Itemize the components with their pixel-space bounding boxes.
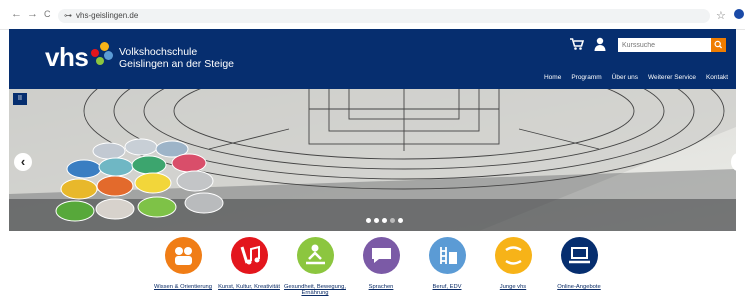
vhs-logo[interactable]: vhs	[45, 42, 89, 73]
vhs-logo-dots-icon	[90, 42, 116, 66]
site-info-icon[interactable]: ⊶	[64, 11, 72, 20]
slider-dots	[366, 218, 403, 223]
nav-home[interactable]: Home	[544, 74, 561, 81]
slider-prev-arrow-icon[interactable]: ‹	[14, 153, 32, 171]
category-wissen-orientierung[interactable]: Wissen & Orientierung	[150, 237, 216, 290]
browser-toolbar: ← → C ⊶ vhs-geislingen.de ☆	[0, 0, 745, 30]
main-navigation: Home Programm Über uns Weiterer Service …	[544, 74, 728, 81]
course-search-input[interactable]	[618, 38, 711, 52]
cart-icon[interactable]	[570, 38, 584, 50]
nav-programm[interactable]: Programm	[571, 74, 601, 81]
url-text[interactable]: vhs-geislingen.de	[76, 11, 138, 20]
user-account-icon[interactable]	[594, 37, 606, 51]
people-icon	[164, 237, 202, 274]
back-button[interactable]: ←	[11, 9, 22, 20]
category-sprachen[interactable]: Sprachen	[348, 237, 414, 290]
category-label[interactable]: Junge vhs	[480, 284, 546, 290]
category-label[interactable]: Online-Angebote	[546, 284, 612, 290]
slider-dot[interactable]	[398, 218, 403, 223]
category-gesundheit[interactable]: Gesundheit, Bewegung, Ernährung	[282, 237, 348, 296]
slider-dot[interactable]	[374, 218, 379, 223]
nav-ueber-uns[interactable]: Über uns	[612, 74, 638, 81]
category-label[interactable]: Sprachen	[348, 284, 414, 290]
brand-name-line1: Volkshochschule	[119, 46, 198, 58]
category-beruf-edv[interactable]: Beruf, EDV	[414, 237, 480, 290]
health-icon	[296, 237, 334, 274]
slider-dot[interactable]	[366, 218, 371, 223]
search-icon[interactable]	[711, 38, 726, 52]
category-label[interactable]: Gesundheit, Bewegung, Ernährung	[282, 284, 348, 296]
profile-avatar[interactable]	[734, 9, 744, 19]
category-label[interactable]: Wissen & Orientierung	[150, 284, 216, 290]
site-header: vhs Volkshochschule Geislingen an der St…	[9, 29, 736, 89]
junge-vhs-icon	[494, 237, 532, 274]
slider-dot[interactable]	[390, 218, 395, 223]
nav-kontakt[interactable]: Kontakt	[706, 74, 728, 81]
slider-dot[interactable]	[382, 218, 387, 223]
reload-button[interactable]: C	[44, 9, 51, 20]
brand-name-line2: Geislingen an der Steige	[119, 58, 234, 70]
hero-slider[interactable]: II ‹ ›	[9, 89, 736, 231]
category-label[interactable]: Beruf, EDV	[414, 284, 480, 290]
category-junge-vhs[interactable]: Junge vhs	[480, 237, 546, 290]
laptop-icon	[560, 237, 598, 274]
bookmark-star-icon[interactable]: ☆	[716, 9, 726, 22]
category-tiles: Wissen & Orientierung Kunst, Kultur, Kre…	[150, 237, 612, 296]
category-online-angebote[interactable]: Online-Angebote	[546, 237, 612, 290]
art-music-icon	[230, 237, 268, 274]
forward-button[interactable]: →	[27, 9, 38, 20]
speech-icon	[362, 237, 400, 274]
nav-weiterer-service[interactable]: Weiterer Service	[648, 74, 696, 81]
category-kunst-kultur[interactable]: Kunst, Kultur, Kreativität	[216, 237, 282, 290]
slider-pause-button[interactable]: II	[13, 93, 27, 105]
category-label[interactable]: Kunst, Kultur, Kreativität	[216, 284, 282, 290]
career-icon	[428, 237, 466, 274]
hero-image-sand-mandala	[9, 89, 736, 231]
address-bar[interactable]: ⊶ vhs-geislingen.de	[58, 9, 710, 23]
